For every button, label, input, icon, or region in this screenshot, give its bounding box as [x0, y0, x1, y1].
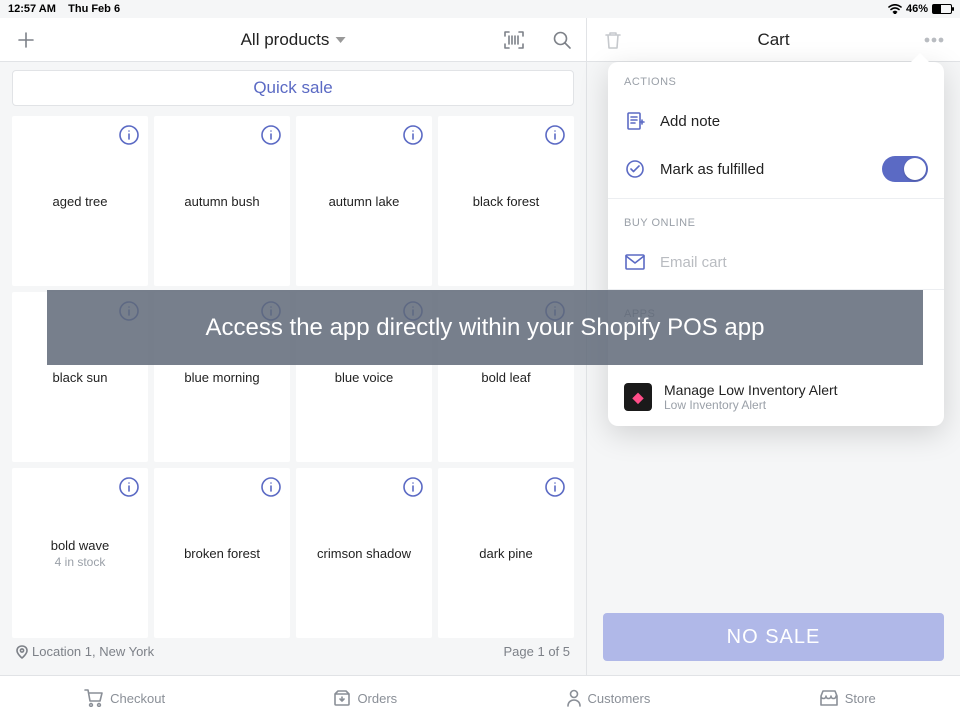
mark-fulfilled-row[interactable]: Mark as fulfilled: [608, 144, 944, 194]
trash-button[interactable]: [599, 26, 627, 54]
product-tile[interactable]: aged tree: [12, 116, 148, 286]
status-date: Thu Feb 6: [68, 3, 120, 15]
app-title: Manage Low Inventory Alert: [664, 382, 838, 398]
tab-checkout[interactable]: Checkout: [84, 689, 165, 707]
info-icon[interactable]: [118, 476, 140, 503]
cart-actions-popover: ACTIONS Add note Mark as fulfilled BUY O…: [608, 62, 944, 426]
product-name: black forest: [473, 194, 539, 209]
location-indicator[interactable]: Location 1, New York: [16, 644, 154, 659]
wifi-icon: [888, 4, 902, 14]
products-title: All products: [241, 30, 330, 50]
barcode-button[interactable]: [500, 26, 528, 54]
status-time: 12:57 AM: [8, 3, 56, 15]
product-name: blue voice: [335, 370, 394, 385]
product-name: autumn bush: [184, 194, 259, 209]
product-name: autumn lake: [329, 194, 400, 209]
info-icon[interactable]: [260, 476, 282, 503]
mail-icon: [624, 251, 646, 273]
product-name: dark pine: [479, 546, 532, 561]
quick-sale-button[interactable]: Quick sale: [12, 70, 574, 106]
info-icon[interactable]: [402, 124, 424, 151]
tab-store[interactable]: Store: [819, 689, 876, 707]
note-icon: [624, 110, 646, 132]
check-circle-icon: [624, 158, 646, 180]
cart-pane: ACTIONS Add note Mark as fulfilled BUY O…: [586, 62, 960, 675]
info-icon[interactable]: [260, 124, 282, 151]
product-tile[interactable]: autumn bush: [154, 116, 290, 286]
cart-title: Cart: [757, 30, 789, 50]
email-cart-input[interactable]: [660, 254, 928, 271]
no-sale-button[interactable]: NO SALE: [603, 613, 944, 661]
actions-section-label: ACTIONS: [608, 62, 944, 98]
products-pane: Quick sale aged tree autumn bush autumn la…: [0, 62, 586, 675]
page-indicator: Page 1 of 5: [504, 644, 571, 659]
product-name: bold leaf: [481, 370, 530, 385]
email-cart-row[interactable]: [608, 239, 944, 285]
main-area: Quick sale aged tree autumn bush autumn la…: [0, 62, 960, 675]
customers-icon: [566, 689, 582, 707]
chevron-down-icon: [335, 37, 345, 43]
status-bar: 12:57 AM Thu Feb 6 46%: [0, 0, 960, 18]
add-note-row[interactable]: Add note: [608, 98, 944, 144]
cart-icon: [84, 689, 104, 707]
app-icon: ◆: [624, 383, 652, 411]
fulfilled-toggle[interactable]: [882, 156, 928, 182]
product-name: broken forest: [184, 546, 260, 561]
info-icon[interactable]: [544, 476, 566, 503]
product-tile[interactable]: bold wave 4 in stock: [12, 468, 148, 638]
orders-icon: [333, 689, 351, 707]
location-icon: [16, 645, 28, 659]
product-tile[interactable]: autumn lake: [296, 116, 432, 286]
products-dropdown[interactable]: All products: [241, 30, 346, 50]
info-icon[interactable]: [402, 476, 424, 503]
info-icon[interactable]: [118, 124, 140, 151]
product-name: aged tree: [53, 194, 108, 209]
overlay-banner: Access the app directly within your Shop…: [47, 290, 923, 365]
product-tile[interactable]: black forest: [438, 116, 574, 286]
search-button[interactable]: [548, 26, 576, 54]
battery-icon: [932, 4, 952, 14]
tab-customers[interactable]: Customers: [566, 689, 651, 707]
add-button[interactable]: [12, 26, 40, 54]
tab-bar: Checkout Orders Customers Store: [0, 675, 960, 720]
product-grid: aged tree autumn bush autumn lake black for…: [12, 116, 574, 638]
battery-pct: 46%: [906, 3, 928, 15]
product-name: blue morning: [184, 370, 259, 385]
product-stock: 4 in stock: [55, 555, 106, 569]
product-tile[interactable]: broken forest: [154, 468, 290, 638]
info-icon[interactable]: [544, 124, 566, 151]
product-name: crimson shadow: [317, 546, 411, 561]
top-bar: All products Cart: [0, 18, 960, 62]
buy-online-section-label: BUY ONLINE: [608, 203, 944, 239]
product-name: black sun: [53, 370, 108, 385]
app-subtitle: Low Inventory Alert: [664, 398, 838, 412]
product-tile[interactable]: dark pine: [438, 468, 574, 638]
product-tile[interactable]: crimson shadow: [296, 468, 432, 638]
products-footer: Location 1, New York Page 1 of 5: [12, 638, 574, 665]
store-icon: [819, 689, 839, 707]
product-name: bold wave: [51, 538, 110, 553]
more-button[interactable]: [920, 26, 948, 54]
app-row[interactable]: ◆ Manage Low Inventory Alert Low Invento…: [608, 372, 944, 418]
tab-orders[interactable]: Orders: [333, 689, 397, 707]
